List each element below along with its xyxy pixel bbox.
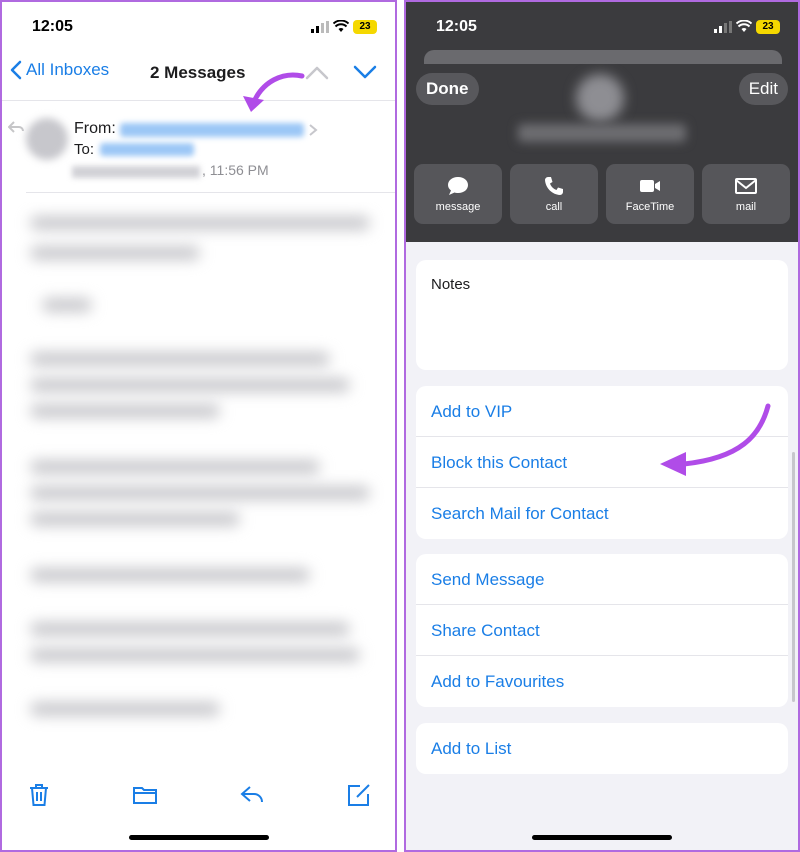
reply-icon[interactable] [239,782,265,808]
home-indicator [128,835,269,840]
contact-options-group-1: Add to VIP Block this Contact Search Mai… [416,386,788,539]
message-header[interactable]: From: To: , 11:56 PM [2,106,395,190]
send-message-button[interactable]: Send Message [416,554,788,605]
add-to-favourites-button[interactable]: Add to Favourites [416,656,788,707]
action-label: call [545,201,563,213]
edit-button[interactable]: Edit [738,73,788,105]
action-label: FaceTime [625,201,675,213]
message-time: , 11:56 PM [202,162,269,178]
status-bar: 12:05 23 [406,2,798,46]
chevron-right-icon [309,124,318,136]
message-bubble-icon [448,177,468,195]
page-title: 2 Messages [150,63,246,82]
to-label: To: [74,141,95,158]
nav-bar: All Inboxes 2 Messages [2,56,395,92]
chevron-left-icon [10,60,22,80]
message-body-blurred [10,202,385,732]
facetime-action-button[interactable]: FaceTime [606,164,694,224]
message-action-button[interactable]: message [414,164,502,224]
share-contact-button[interactable]: Share Contact [416,605,788,656]
recipient-address-redacted[interactable] [100,143,194,156]
action-label: mail [735,201,757,213]
all-inboxes-back-button[interactable]: All Inboxes [10,60,109,80]
block-contact-button[interactable]: Block this Contact [416,437,788,488]
add-to-vip-button[interactable]: Add to VIP [416,386,788,437]
divider [26,192,395,193]
action-label: message [435,201,481,213]
folder-icon[interactable] [132,782,158,808]
compose-icon[interactable] [346,782,372,808]
home-indicator [532,835,672,840]
status-time: 12:05 [32,18,73,35]
search-mail-for-contact-button[interactable]: Search Mail for Contact [416,488,788,539]
chevron-up-icon[interactable] [304,62,330,82]
video-camera-icon [640,180,660,192]
status-time: 12:05 [436,18,477,35]
contact-options-group-3: Add to List [416,723,788,774]
phone-icon [545,177,563,195]
notes-field[interactable]: Notes [416,260,788,370]
contact-screen: 12:05 23 Done Edit message call FaceTime… [404,0,800,852]
contact-photo [576,74,624,122]
sender-address-redacted[interactable] [120,123,304,137]
scrollbar[interactable] [792,452,795,702]
back-label: All Inboxes [26,60,110,79]
envelope-icon [735,178,757,194]
cellular-signal-icon [311,21,329,33]
wifi-icon [333,20,349,32]
divider [2,100,395,101]
contact-name-redacted [518,124,686,142]
battery-icon: 23 [353,20,377,34]
sender-avatar [26,118,68,160]
cellular-signal-icon [714,21,732,33]
battery-icon: 23 [756,20,780,34]
done-button[interactable]: Done [416,73,479,105]
bottom-toolbar [2,766,395,826]
status-bar: 12:05 23 [2,2,395,46]
from-label: From: [74,120,116,137]
contact-header: 12:05 23 Done Edit message call FaceTime… [406,2,798,242]
notes-label: Notes [431,276,471,293]
mail-screen: 12:05 23 All Inboxes 2 Messages From: To… [0,0,397,852]
contact-options-group-2: Send Message Share Contact Add to Favour… [416,554,788,707]
call-action-button[interactable]: call [510,164,598,224]
mail-action-button[interactable]: mail [702,164,790,224]
add-to-list-button[interactable]: Add to List [416,723,788,774]
chevron-down-icon[interactable] [352,62,378,82]
quick-actions: message call FaceTime mail [414,164,790,224]
trash-icon[interactable] [26,782,52,808]
replied-icon [8,121,24,133]
wifi-icon [736,20,752,32]
date-redacted [72,166,200,178]
sheet-background [424,50,782,64]
